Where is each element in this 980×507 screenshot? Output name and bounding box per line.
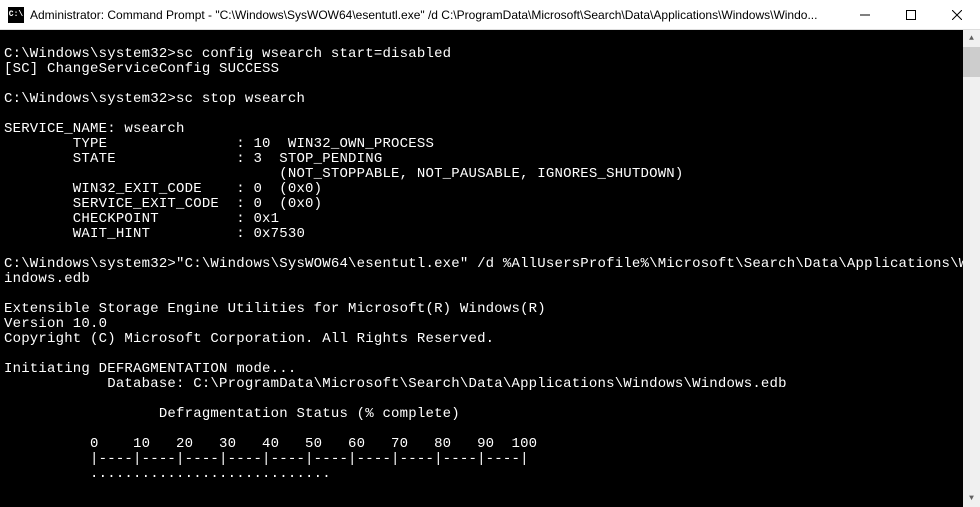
scroll-down-button[interactable]: ▼ [963,490,980,507]
titlebar[interactable]: C:\ Administrator: Command Prompt - "C:\… [0,0,980,30]
window-title: Administrator: Command Prompt - "C:\Wind… [30,8,842,22]
cmd-icon: C:\ [8,7,24,23]
maximize-icon [906,10,916,20]
scroll-up-button[interactable]: ▲ [963,30,980,47]
vertical-scrollbar[interactable]: ▲ ▼ [963,30,980,507]
minimize-icon [860,10,870,20]
console-area: C:\Windows\system32>sc config wsearch st… [0,30,980,507]
cmd-icon-label: C:\ [9,10,23,19]
window-frame: C:\ Administrator: Command Prompt - "C:\… [0,0,980,507]
minimize-button[interactable] [842,0,888,29]
scroll-thumb[interactable] [963,47,980,77]
console-output[interactable]: C:\Windows\system32>sc config wsearch st… [0,30,963,507]
maximize-button[interactable] [888,0,934,29]
scroll-track[interactable] [963,47,980,490]
window-controls [842,0,980,29]
close-button[interactable] [934,0,980,29]
close-icon [952,10,962,20]
